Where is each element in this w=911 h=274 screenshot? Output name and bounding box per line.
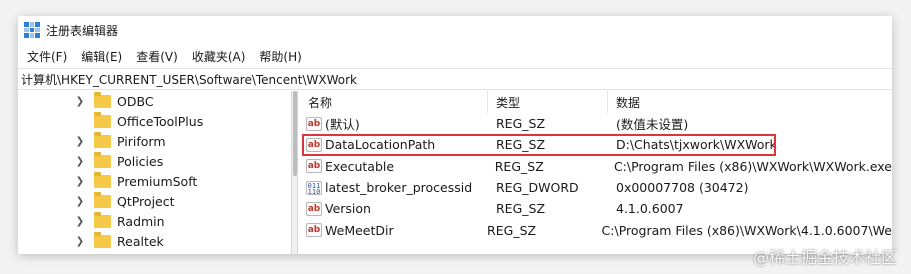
- main-content: ❯ ODBC ❯ OfficeToolPlus ❯ Piriform ❯ Pol…: [18, 91, 892, 254]
- value-name: DataLocationPath: [325, 137, 436, 153]
- chevron-right-icon[interactable]: ❯: [74, 96, 86, 107]
- string-value-icon: ab: [306, 137, 322, 152]
- value-name: latest_broker_processid: [325, 180, 473, 196]
- watermark: @稀土掘金技术社区: [752, 248, 897, 267]
- chevron-right-icon[interactable]: ❯: [74, 136, 86, 147]
- scrollbar-thumb[interactable]: [293, 91, 297, 176]
- menu-favorites[interactable]: 收藏夹(A): [185, 48, 253, 65]
- binary-value-icon: 011 110: [306, 180, 322, 196]
- value-data: D:\Chats\tjxwork\WXWork: [616, 137, 777, 153]
- tree-item-label: Realtek: [117, 233, 164, 249]
- menu-file[interactable]: 文件(F): [20, 48, 74, 65]
- key-tree: ❯ ODBC ❯ OfficeToolPlus ❯ Piriform ❯ Pol…: [18, 91, 292, 254]
- column-header-name[interactable]: 名称: [298, 91, 488, 113]
- folder-icon: [94, 171, 111, 188]
- folder-icon: [94, 111, 111, 128]
- tree-item-piriform[interactable]: ❯ Piriform: [18, 131, 291, 151]
- value-data: C:\Program Files (x86)\WXWork\WXWork.exe: [613, 158, 892, 174]
- tree-item-qtproject[interactable]: ❯ QtProject: [18, 191, 291, 211]
- table-row[interactable]: ab Version REG_SZ 4.1.0.6007: [298, 198, 892, 219]
- title-bar: 注册表编辑器: [18, 16, 892, 44]
- value-name: WeMeetDir: [325, 222, 394, 238]
- address-path: 计算机\HKEY_CURRENT_USER\Software\Tencent\W…: [21, 72, 357, 87]
- tree-item-premiumsoft[interactable]: ❯ PremiumSoft: [18, 171, 291, 191]
- menu-help[interactable]: 帮助(H): [252, 48, 308, 65]
- chevron-right-icon[interactable]: ❯: [74, 196, 86, 207]
- folder-icon: [94, 191, 111, 208]
- tree-item-label: Piriform: [117, 133, 166, 149]
- value-name: Executable: [325, 158, 395, 174]
- tree-item-radmin[interactable]: ❯ Radmin: [18, 211, 291, 231]
- column-header-data[interactable]: 数据: [608, 91, 892, 113]
- table-row[interactable]: ab WeMeetDir REG_SZ C:\Program Files (x8…: [298, 219, 892, 240]
- tree-item-label: Policies: [117, 153, 164, 169]
- menu-edit[interactable]: 编辑(E): [74, 48, 129, 65]
- chevron-right-icon[interactable]: ❯: [74, 176, 86, 187]
- value-name: (默认): [325, 117, 360, 133]
- string-value-icon: ab: [306, 116, 322, 131]
- tree-item-label: QtProject: [117, 193, 175, 209]
- value-data: C:\Program Files (x86)\WXWork\4.1.0.6007…: [601, 222, 892, 238]
- list-header: 名称 类型 数据: [298, 91, 892, 113]
- tree-item-officetoolplus[interactable]: ❯ OfficeToolPlus: [18, 111, 291, 131]
- tree-item-odbc[interactable]: ❯ ODBC: [18, 91, 291, 111]
- menu-bar: 文件(F) 编辑(E) 查看(V) 收藏夹(A) 帮助(H): [18, 44, 892, 68]
- value-name-cell: ab DataLocationPath: [298, 134, 488, 155]
- folder-icon: [94, 131, 111, 148]
- value-data: 0x00007708 (30472): [616, 180, 749, 196]
- string-value-icon: ab: [306, 223, 322, 238]
- chevron-right-icon[interactable]: ❯: [74, 236, 86, 247]
- registry-editor-window: 注册表编辑器 文件(F) 编辑(E) 查看(V) 收藏夹(A) 帮助(H) 计算…: [18, 16, 892, 254]
- value-name-cell: ab Executable: [298, 156, 487, 177]
- window-title: 注册表编辑器: [46, 23, 119, 38]
- table-row[interactable]: ab (默认) REG_SZ (数值未设置): [298, 113, 892, 134]
- value-name: Version: [325, 201, 371, 217]
- folder-icon: [94, 231, 111, 248]
- address-bar[interactable]: 计算机\HKEY_CURRENT_USER\Software\Tencent\W…: [18, 68, 892, 90]
- string-value-icon: ab: [306, 201, 322, 216]
- tree-item-policies[interactable]: ❯ Policies: [18, 151, 291, 171]
- value-name-cell: ab Version: [298, 198, 488, 219]
- tree-item-realtek[interactable]: ❯ Realtek: [18, 231, 291, 251]
- folder-icon: [94, 151, 111, 168]
- tree-item-label: Radmin: [117, 213, 165, 229]
- value-list: 名称 类型 数据 ab (默认) REG_SZ (数值未设置) ab DataL…: [298, 91, 892, 254]
- registry-editor-icon: [24, 22, 40, 38]
- chevron-right-icon[interactable]: ❯: [74, 216, 86, 227]
- table-row[interactable]: ab DataLocationPath REG_SZ D:\Chats\tjxw…: [298, 134, 892, 155]
- value-type: REG_SZ: [496, 137, 546, 153]
- value-type: REG_DWORD: [496, 180, 579, 196]
- value-type: REG_SZ: [494, 158, 544, 174]
- folder-icon: [94, 91, 111, 108]
- value-data: 4.1.0.6007: [616, 201, 684, 217]
- tree-item-label: ODBC: [117, 93, 154, 109]
- table-row[interactable]: 011 110 latest_broker_processid REG_DWORD…: [298, 177, 892, 198]
- folder-icon: [94, 211, 111, 228]
- value-data: (数值未设置): [616, 117, 689, 133]
- value-type: REG_SZ: [496, 201, 546, 217]
- tree-item-label: PremiumSoft: [117, 173, 198, 189]
- value-type: REG_SZ: [487, 222, 537, 238]
- chevron-right-icon[interactable]: ❯: [74, 156, 86, 167]
- value-type: REG_SZ: [496, 116, 546, 132]
- value-name-cell: ab WeMeetDir: [298, 219, 479, 240]
- value-name-cell: 011 110 latest_broker_processid: [298, 177, 488, 198]
- value-name-cell: ab (默认): [298, 113, 488, 134]
- menu-view[interactable]: 查看(V): [129, 48, 185, 65]
- string-value-icon: ab: [306, 159, 322, 174]
- column-header-type[interactable]: 类型: [488, 91, 608, 113]
- table-row[interactable]: ab Executable REG_SZ C:\Program Files (x…: [298, 156, 892, 177]
- tree-item-label: OfficeToolPlus: [117, 113, 204, 129]
